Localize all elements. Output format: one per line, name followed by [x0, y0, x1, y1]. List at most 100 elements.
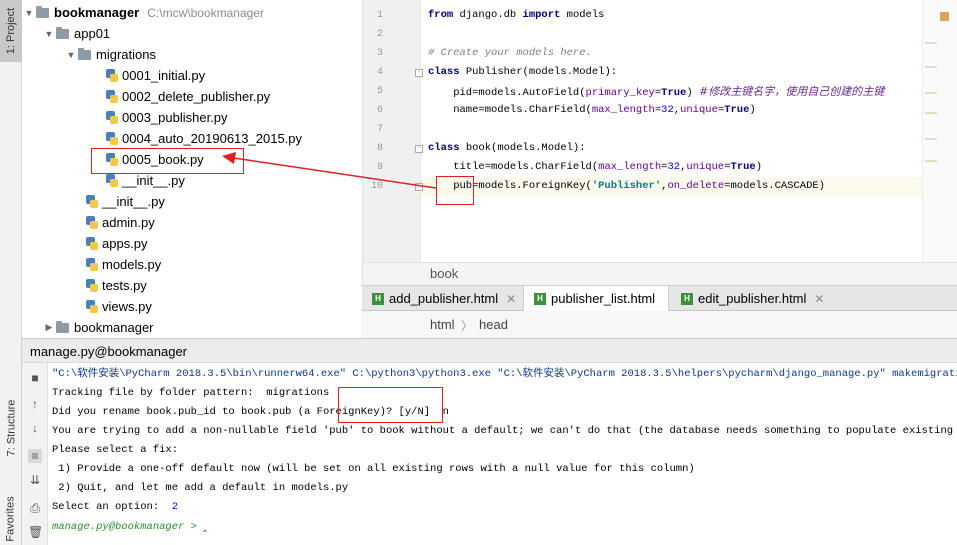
- chevron-right-icon: 〉: [461, 319, 474, 333]
- code-comment: # Create your models here.: [428, 47, 592, 59]
- line-number: 7: [376, 124, 383, 135]
- tree-folder-migrations[interactable]: ▼ migrations: [64, 44, 156, 65]
- code-token: 32: [667, 161, 681, 173]
- line-number: 2: [376, 29, 383, 40]
- soft-wrap-icon[interactable]: ≡: [28, 449, 42, 463]
- line-number: 5: [376, 86, 383, 97]
- code-token: primary_key: [585, 87, 655, 99]
- code-token: import: [522, 9, 561, 21]
- scroll-marker: [925, 112, 937, 114]
- line-number: 10: [370, 181, 383, 192]
- project-tool-label: 1: Project: [5, 7, 17, 55]
- folder-icon: [56, 26, 69, 39]
- editor-tabs: H add_publisher.html ✕ H publisher_list.…: [362, 285, 957, 311]
- console-answer: n: [442, 406, 449, 418]
- project-tool-button[interactable]: 1: Project: [0, 0, 22, 62]
- html-file-icon: H: [372, 292, 384, 305]
- tree-folder-label: bookmanager: [74, 320, 154, 335]
- breadcrumb-item[interactable]: book: [430, 266, 458, 281]
- tab-label: publisher_list.html: [551, 291, 656, 306]
- scroll-marker: [925, 138, 937, 140]
- tree-file-label: views.py: [102, 299, 152, 314]
- code-token: django.db: [453, 9, 523, 21]
- favorites-tool-button[interactable]: Favorites: [0, 492, 22, 545]
- tree-file[interactable]: 0004_auto_20190613_2015.py: [106, 128, 302, 149]
- tree-file-label: __init__.py: [122, 173, 185, 188]
- tree-file[interactable]: __init__.py: [86, 191, 165, 212]
- tree-folder-bookmanager[interactable]: ▶ bookmanager: [42, 317, 154, 338]
- arrow-up-icon[interactable]: ↑: [28, 397, 42, 411]
- editor-scrollbar[interactable]: [922, 0, 957, 262]
- code-string: 'Publisher': [591, 180, 662, 192]
- tree-file-label: models.py: [102, 257, 162, 272]
- scroll-to-end-icon[interactable]: ⇊: [28, 473, 42, 487]
- code-comment: #修改主键名字，使用自己创建的主键: [698, 85, 885, 98]
- tree-file[interactable]: 0003_publisher.py: [106, 107, 228, 128]
- tree-file[interactable]: 0001_initial.py: [106, 65, 205, 86]
- chevron-down-icon[interactable]: ▼: [64, 50, 78, 60]
- tab-label: edit_publisher.html: [698, 291, 807, 306]
- tab-add-publisher[interactable]: H add_publisher.html ✕: [362, 286, 521, 311]
- tree-folder-app01[interactable]: ▼ app01: [42, 23, 111, 44]
- python-file-icon: [86, 215, 98, 230]
- tree-file-label: admin.py: [102, 215, 155, 230]
- python-file-icon: [86, 236, 98, 251]
- python-file-icon: [106, 89, 118, 104]
- close-icon[interactable]: ✕: [506, 292, 516, 306]
- line-number: 4: [376, 67, 383, 78]
- print-icon[interactable]: ⎙: [28, 501, 42, 515]
- code-line-10: pub=models.ForeignKey('Publisher',on_del…: [428, 177, 825, 196]
- arrow-down-icon[interactable]: ↓: [28, 421, 42, 435]
- fold-toggle-icon[interactable]: -: [415, 183, 423, 191]
- code-line-8: class book(models.Model):: [428, 139, 586, 158]
- line-number: 3: [376, 48, 383, 59]
- code-token: from: [428, 9, 454, 21]
- code-token: unique: [686, 161, 725, 173]
- tree-file[interactable]: models.py: [86, 254, 161, 275]
- tree-file-label: 0001_initial.py: [122, 68, 206, 83]
- tree-file[interactable]: views.py: [86, 296, 152, 317]
- code-line-6: name=models.CharField(max_length=32,uniq…: [428, 101, 756, 120]
- code-token: ): [749, 104, 756, 116]
- tree-file[interactable]: apps.py: [86, 233, 148, 254]
- tree-file[interactable]: 0002_delete_publisher.py: [106, 86, 270, 107]
- tab-publisher-list[interactable]: H publisher_list.html: [523, 286, 669, 311]
- scroll-marker: [925, 92, 937, 94]
- chevron-down-icon[interactable]: ▼: [42, 29, 56, 39]
- chevron-right-icon[interactable]: ▶: [42, 322, 56, 333]
- tree-file-label: 0004_auto_20190613_2015.py: [122, 131, 303, 146]
- console-prompt[interactable]: manage.py@bookmanager > ‸: [52, 517, 207, 536]
- console-line: "C:\软件安装\PyCharm 2018.3.5\bin\runnerw64.…: [52, 368, 957, 380]
- console-line: 1) Provide a one-off default now (will b…: [52, 463, 695, 475]
- fold-toggle-icon[interactable]: -: [415, 145, 423, 153]
- trash-icon[interactable]: 🗑: [28, 525, 43, 539]
- code-editor[interactable]: 1 2 3 4 5 6 7 8 9 10 - - - from django.d…: [362, 0, 957, 285]
- scroll-marker: [925, 42, 937, 44]
- fold-toggle-icon[interactable]: -: [415, 69, 423, 77]
- prompt-text: manage.py@bookmanager >: [52, 521, 204, 533]
- run-panel-title[interactable]: manage.py@bookmanager: [30, 344, 187, 359]
- stop-icon[interactable]: ■: [28, 371, 42, 385]
- code-token: pid=models.AutoField(: [428, 87, 586, 99]
- code-token: max_length: [591, 104, 655, 116]
- chevron-down-icon[interactable]: ▼: [22, 8, 36, 18]
- tree-file[interactable]: admin.py: [86, 212, 155, 233]
- code-token: class: [428, 66, 460, 78]
- code-token: max_length: [598, 161, 662, 173]
- python-file-icon: [106, 110, 118, 125]
- breadcrumb-item[interactable]: html: [430, 317, 455, 332]
- breadcrumb-item[interactable]: head: [479, 317, 508, 332]
- line-number: 8: [376, 143, 383, 154]
- console-line: 2) Quit, and let me add a default in mod…: [52, 482, 349, 494]
- code-token: book(models.Model):: [459, 142, 586, 154]
- scroll-marker: [925, 66, 937, 68]
- structure-tool-button[interactable]: 7: Structure: [0, 392, 22, 464]
- run-panel-header: manage.py@bookmanager: [22, 338, 957, 363]
- tab-edit-publisher[interactable]: H edit_publisher.html ✕: [671, 286, 833, 311]
- tree-folder-label: migrations: [96, 47, 156, 62]
- tree-root[interactable]: ▼ bookmanager C:\mcw\bookmanager: [22, 2, 264, 23]
- close-icon[interactable]: ✕: [814, 292, 824, 306]
- inspection-status-icon[interactable]: [940, 12, 949, 21]
- tree-file[interactable]: tests.py: [86, 275, 147, 296]
- console-output[interactable]: "C:\软件安装\PyCharm 2018.3.5\bin\runnerw64.…: [48, 363, 957, 545]
